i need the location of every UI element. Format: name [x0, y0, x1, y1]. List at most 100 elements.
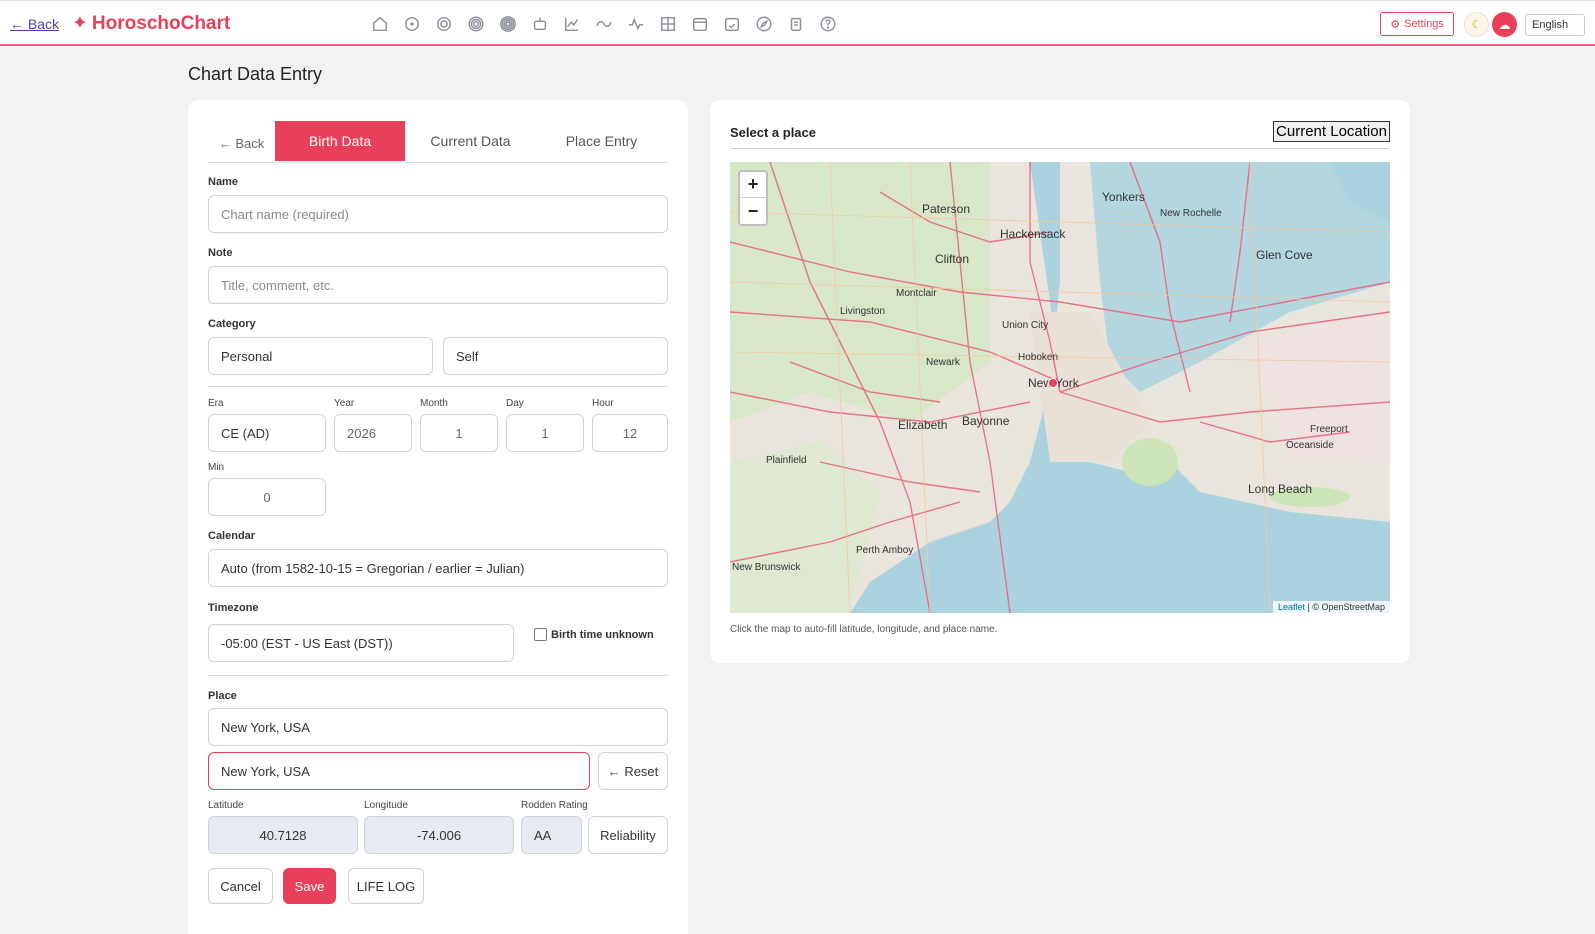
- map-label: Oceanside: [1286, 440, 1334, 451]
- moon-icon: ☾: [1471, 19, 1482, 31]
- latitude-label: Latitude: [208, 800, 244, 811]
- back-link[interactable]: ← Back: [10, 16, 59, 32]
- life-log-button[interactable]: LIFE LOG: [348, 868, 424, 904]
- map-label: Freeport: [1310, 424, 1348, 435]
- cloud-button[interactable]: ☁: [1492, 12, 1517, 37]
- tab-back[interactable]: ← Back: [208, 121, 275, 161]
- tab-birth-data[interactable]: Birth Data: [275, 121, 405, 161]
- concentric-icon[interactable]: [460, 13, 492, 35]
- place-input[interactable]: New York, USA: [208, 708, 668, 746]
- longitude-label: Longitude: [364, 800, 408, 811]
- pulse-icon[interactable]: [620, 13, 652, 35]
- nav-icons: [364, 13, 844, 35]
- day-input[interactable]: 1: [506, 414, 584, 452]
- grid-icon[interactable]: [652, 13, 684, 35]
- era-label: Era: [208, 398, 224, 409]
- map-label: Glen Cove: [1256, 248, 1313, 262]
- map-label: Hoboken: [1018, 352, 1059, 363]
- zoom-control: + −: [738, 170, 768, 226]
- longitude-field: -74.006: [364, 816, 514, 854]
- save-button[interactable]: Save: [283, 868, 336, 904]
- year-input[interactable]: 2026: [334, 414, 412, 452]
- reliability-button[interactable]: Reliability: [588, 816, 668, 854]
- form-card: ← Back Birth Data Current Data Place Ent…: [188, 100, 688, 934]
- brand-logo[interactable]: ✦ HoroschoChart: [72, 12, 230, 35]
- target-icon[interactable]: [428, 13, 460, 35]
- calendar-select[interactable]: Auto (from 1582-10-15 = Gregorian / earl…: [208, 549, 668, 587]
- current-location-button[interactable]: Current Location: [1273, 121, 1390, 142]
- leaflet-link[interactable]: Leaflet: [1278, 602, 1305, 612]
- star-icon: ✦: [72, 13, 88, 34]
- map-label: Clifton: [935, 252, 970, 266]
- place-search-input[interactable]: New York, USA: [208, 752, 590, 790]
- line-chart-icon[interactable]: [556, 13, 588, 35]
- map-label: Livingston: [840, 306, 886, 317]
- cancel-button[interactable]: Cancel: [208, 868, 273, 904]
- map-label: Paterson: [922, 202, 971, 216]
- calendar-icon[interactable]: [684, 13, 716, 35]
- reset-button[interactable]: ← Reset: [598, 752, 668, 790]
- map-label: Plainfield: [766, 455, 807, 466]
- zoom-out-button[interactable]: −: [740, 198, 766, 224]
- note-label: Note: [208, 247, 233, 259]
- map-label: Hackensack: [1000, 227, 1066, 241]
- category-select-secondary[interactable]: Self: [443, 337, 668, 375]
- clipboard-icon[interactable]: [780, 13, 812, 35]
- month-input[interactable]: 1: [420, 414, 498, 452]
- note-input[interactable]: Title, comment, etc.: [208, 266, 668, 304]
- map-label: New Rochelle: [1160, 208, 1222, 219]
- birth-time-unknown[interactable]: Birth time unknown: [534, 628, 654, 641]
- compass-icon[interactable]: [748, 13, 780, 35]
- era-select[interactable]: CE (AD): [208, 414, 326, 452]
- hour-input[interactable]: 12: [592, 414, 668, 452]
- zoom-in-button[interactable]: +: [740, 172, 766, 198]
- timezone-select[interactable]: -05:00 (EST - US East (DST)): [208, 624, 514, 662]
- map-label: Elizabeth: [898, 418, 948, 432]
- divider: [208, 386, 668, 387]
- spiral-icon[interactable]: [492, 13, 524, 35]
- hour-label: Hour: [592, 398, 614, 409]
- help-icon[interactable]: [812, 13, 844, 35]
- calendar-check-icon[interactable]: [716, 13, 748, 35]
- map-label: Yonkers: [1102, 190, 1145, 204]
- min-input[interactable]: 0: [208, 478, 326, 516]
- tab-current-data[interactable]: Current Data: [405, 121, 536, 161]
- map-attribution: Leaflet | © OpenStreetMap: [1272, 601, 1390, 613]
- map-label: Perth Amboy: [856, 545, 914, 556]
- tab-place-entry[interactable]: Place Entry: [536, 121, 667, 161]
- top-bar: ← Back ✦ HoroschoChart ⚙ Settings ☾ ☁ Engl…: [0, 0, 1595, 46]
- category-label: Category: [208, 318, 256, 330]
- page-title: Chart Data Entry: [188, 64, 323, 84]
- map-title: Select a place: [730, 125, 816, 140]
- rodden-select[interactable]: AA: [521, 816, 582, 854]
- map-label: Union City: [1002, 320, 1049, 331]
- map-label: Long Beach: [1248, 482, 1313, 496]
- category-select-primary[interactable]: Personal: [208, 337, 433, 375]
- map-label: New Brunswick: [732, 562, 801, 573]
- map-label: Newark: [926, 357, 960, 368]
- wave-icon[interactable]: [588, 13, 620, 35]
- settings-button[interactable]: ⚙ Settings: [1380, 12, 1454, 36]
- place-label: Place: [208, 690, 237, 702]
- divider: [208, 675, 668, 676]
- gear-icon: ⚙: [1390, 18, 1401, 31]
- rodden-label: Rodden Rating: [521, 800, 588, 811]
- month-label: Month: [420, 398, 448, 409]
- circle-dot-icon[interactable]: [396, 13, 428, 35]
- name-input[interactable]: Chart name (required): [208, 195, 668, 233]
- location-marker[interactable]: [1048, 378, 1058, 388]
- birth-time-unknown-label: Birth time unknown: [551, 628, 654, 641]
- robot-icon[interactable]: [524, 13, 556, 35]
- language-select[interactable]: English: [1525, 14, 1585, 36]
- map-hint: Click the map to auto-fill latitude, lon…: [730, 624, 998, 635]
- year-label: Year: [334, 398, 355, 409]
- map-label: Bayonne: [962, 414, 1010, 428]
- settings-label: Settings: [1404, 18, 1444, 30]
- map-card: Select a place Current Location Paterson…: [710, 100, 1410, 663]
- map-view[interactable]: Paterson Hackensack Yonkers New Rochelle…: [730, 162, 1390, 613]
- min-label: Min: [208, 462, 225, 473]
- theme-toggle-button[interactable]: ☾: [1464, 12, 1489, 37]
- calendar-label: Calendar: [208, 530, 256, 542]
- birth-time-unknown-checkbox[interactable]: [534, 628, 547, 641]
- home-icon[interactable]: [364, 13, 396, 35]
